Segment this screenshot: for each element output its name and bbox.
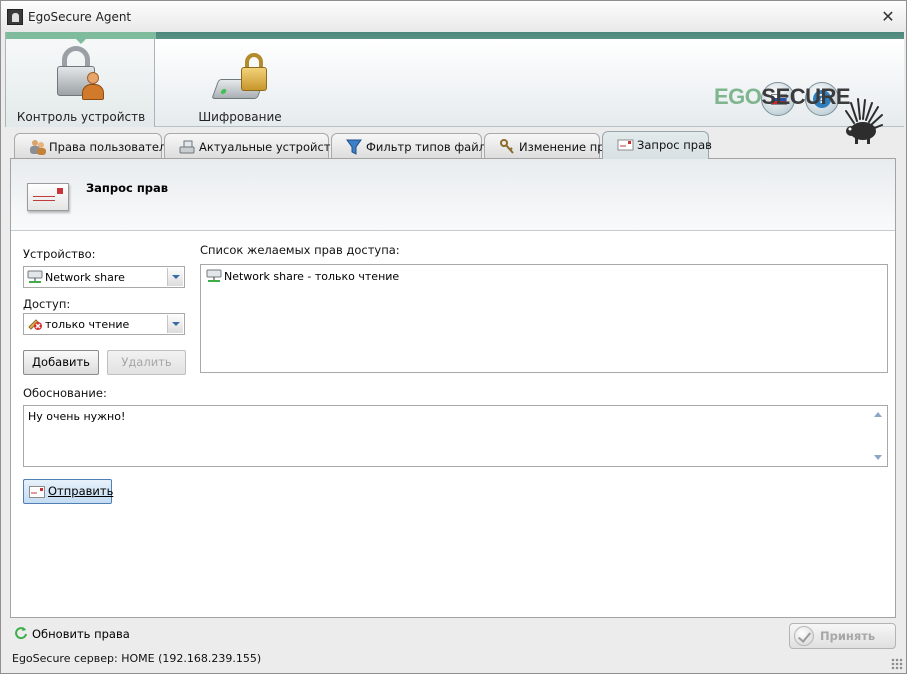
tab-change-rights[interactable]: Изменение прав (484, 133, 618, 159)
network-share-icon (206, 269, 222, 282)
envelope-icon (617, 139, 634, 151)
accept-button-label: Принять (820, 629, 876, 643)
scroll-up-icon[interactable] (874, 412, 882, 417)
reason-textarea[interactable]: Ну очень нужно! (23, 405, 888, 467)
rights-list-label: Список желаемых прав доступа: (200, 243, 400, 257)
filter-icon (346, 139, 362, 155)
request-envelope-icon (27, 183, 69, 211)
resize-grip[interactable] (891, 658, 903, 670)
header: Контроль устройств Шифрование ? (5, 32, 904, 144)
padlock-disk-icon (211, 51, 275, 107)
tab-file-type-filter[interactable]: Фильтр типов файлов (331, 133, 500, 159)
chevron-down-icon[interactable] (167, 315, 183, 333)
tab-user-rights-label: Права пользователя (49, 140, 174, 154)
close-button[interactable]: ✕ (878, 7, 898, 27)
access-label: Доступ: (23, 297, 71, 311)
access-select[interactable]: только чтение (23, 313, 185, 335)
nav-encryption-label: Шифрование (198, 110, 282, 124)
server-status: EgoSecure сервер: HOME (192.168.239.155) (12, 652, 262, 665)
window-title: EgoSecure Agent (28, 10, 132, 24)
check-icon (794, 626, 814, 646)
add-button[interactable]: Добавить (23, 350, 99, 375)
nav-selected-indicator (6, 32, 156, 39)
nav-device-control[interactable]: Контроль устройств (5, 32, 156, 127)
remove-button[interactable]: Удалить (107, 350, 186, 375)
network-share-icon (27, 270, 43, 283)
device-label: Устройство: (23, 247, 96, 261)
refresh-icon (15, 627, 27, 640)
window-titlebar: EgoSecure Agent ✕ (0, 0, 907, 32)
nav-device-control-label: Контроль устройств (16, 110, 146, 124)
accept-button[interactable]: Принять (789, 623, 896, 649)
rights-list[interactable]: Network share - только чтение (200, 264, 888, 373)
reason-text: Ну очень нужно! (28, 410, 126, 423)
users-icon (30, 140, 46, 155)
app-icon (7, 9, 23, 25)
keys-icon (500, 139, 514, 154)
tab-request-rights-label: Запрос прав (637, 138, 712, 152)
reason-scrollbar[interactable] (870, 406, 887, 466)
send-button-label: Отправить (48, 484, 114, 498)
request-rights-panel: Запрос прав Устройство: Network share До… (10, 158, 896, 618)
padlock-user-icon (54, 46, 104, 102)
tab-current-devices-label: Актуальные устройства (199, 140, 345, 154)
tab-user-rights[interactable]: Права пользователя (14, 133, 173, 159)
device-select[interactable]: Network share (23, 266, 185, 288)
nav-selected-caret (76, 39, 86, 44)
reason-label: Обоснование: (23, 386, 107, 400)
tab-current-devices[interactable]: Актуальные устройства (164, 133, 344, 159)
devices-icon (179, 140, 195, 154)
list-item-label: Network share - только чтение (224, 270, 400, 283)
panel-title: Запрос прав (86, 181, 169, 195)
send-button[interactable]: Отправить (23, 479, 114, 504)
chevron-down-icon[interactable] (167, 268, 183, 286)
logo-secure: SECURE (761, 84, 851, 109)
nav-encryption[interactable]: Шифрование (165, 39, 315, 127)
device-select-value: Network share (45, 271, 125, 284)
egosecure-logo: EGOSECURE (714, 84, 851, 110)
logo-ego: EGO (714, 84, 762, 109)
read-only-icon (28, 319, 42, 330)
tab-file-type-filter-label: Фильтр типов файлов (366, 140, 500, 154)
envelope-icon (29, 486, 45, 498)
refresh-rights-label: Обновить права (32, 627, 130, 641)
access-select-value: только чтение (45, 318, 130, 331)
panel-header: Запрос прав (11, 159, 895, 231)
scroll-down-icon[interactable] (874, 455, 882, 460)
tab-request-rights[interactable]: Запрос прав (602, 131, 712, 159)
